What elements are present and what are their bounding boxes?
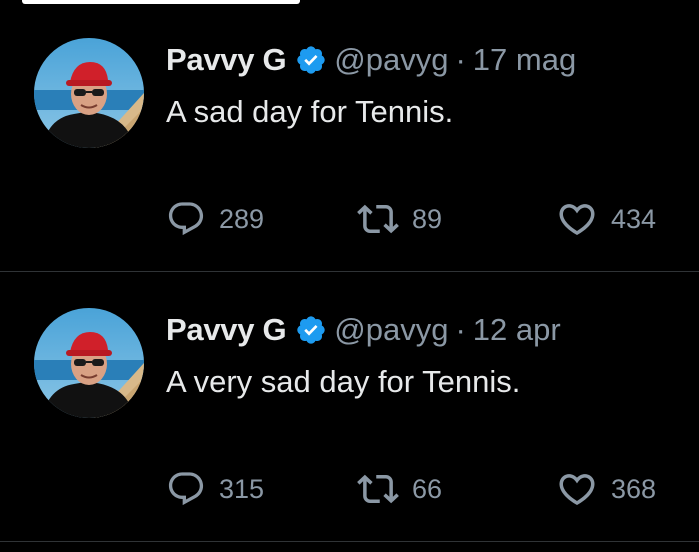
tweet-date[interactable]: 17 mag [473, 42, 576, 78]
tweet-header: Pavvy G @pavyg · 12 apr [166, 308, 561, 352]
reply-button[interactable]: 289 [166, 196, 264, 242]
reply-icon [166, 199, 206, 239]
tweet-header: Pavvy G @pavyg · 17 mag [166, 38, 576, 82]
author-name[interactable]: Pavvy G [166, 312, 287, 348]
heart-icon [556, 468, 598, 510]
retweet-button[interactable]: 89 [357, 196, 442, 242]
author-handle[interactable]: @pavyg [334, 312, 448, 348]
tweet-text: A very sad day for Tennis. [166, 364, 521, 399]
reply-count: 289 [219, 203, 265, 234]
reply-button[interactable]: 315 [166, 466, 264, 512]
like-button[interactable]: 368 [556, 466, 656, 512]
tweet[interactable]: Pavvy G @pavyg · 17 mag A sad day for Te… [0, 2, 699, 272]
separator-dot: · [455, 312, 466, 347]
like-count: 368 [611, 473, 657, 504]
author-handle[interactable]: @pavyg [334, 42, 448, 78]
tweet-actions: 289 89 434 [0, 196, 699, 242]
retweet-button[interactable]: 66 [357, 466, 442, 512]
reply-icon [166, 469, 206, 509]
separator-dot: · [455, 42, 466, 77]
like-count: 434 [611, 203, 657, 234]
author-name[interactable]: Pavvy G [166, 42, 287, 78]
tweet-actions: 315 66 368 [0, 466, 699, 512]
tweet-divider [0, 541, 699, 542]
avatar[interactable] [34, 38, 144, 148]
retweet-count: 89 [412, 203, 443, 234]
tweet-text: A sad day for Tennis. [166, 94, 454, 129]
verified-badge-icon [295, 314, 327, 346]
tweet-date[interactable]: 12 apr [473, 312, 561, 348]
verified-badge-icon [295, 44, 327, 76]
retweet-icon [357, 468, 399, 510]
reply-count: 315 [219, 473, 265, 504]
heart-icon [556, 198, 598, 240]
retweet-icon [357, 198, 399, 240]
tweet[interactable]: Pavvy G @pavyg · 12 apr A very sad day f… [0, 272, 699, 542]
avatar[interactable] [34, 308, 144, 418]
retweet-count: 66 [412, 473, 443, 504]
like-button[interactable]: 434 [556, 196, 656, 242]
